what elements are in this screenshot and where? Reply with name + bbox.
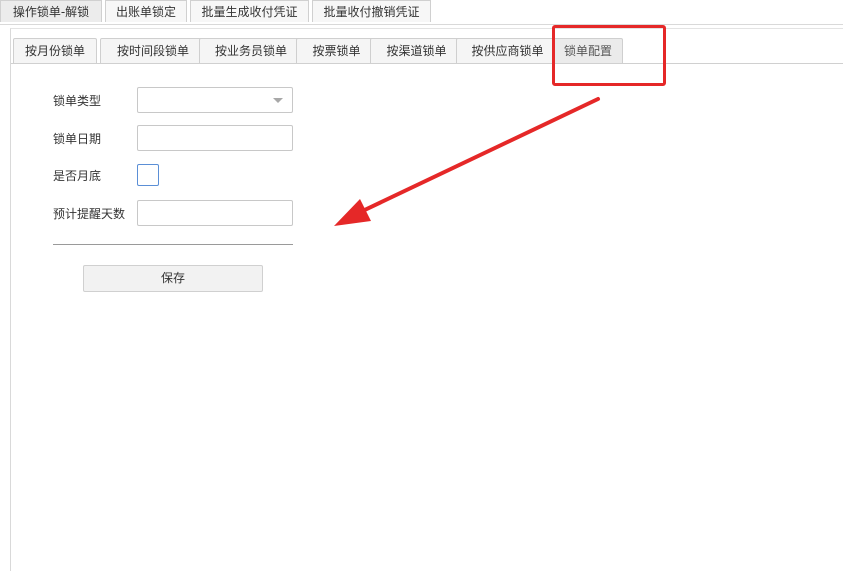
sub-tab-by-salesman[interactable]: 按业务员锁单	[199, 38, 303, 63]
sub-tab-by-month[interactable]: 按月份锁单	[13, 38, 97, 63]
top-tab-batch-generate-voucher[interactable]: 批量生成收付凭证	[190, 0, 309, 22]
lock-date-label: 锁单日期	[53, 132, 102, 146]
sub-tab-by-supplier[interactable]: 按供应商锁单	[456, 38, 559, 63]
remind-days-label: 预计提醒天数	[53, 207, 126, 221]
lock-date-input[interactable]	[137, 125, 293, 151]
sub-tab-by-ticket[interactable]: 按票锁单	[296, 38, 377, 63]
highlight-box	[552, 25, 666, 86]
top-tab-lock-unlock[interactable]: 操作锁单-解锁	[0, 0, 102, 22]
sub-tab-by-channel[interactable]: 按渠道锁单	[370, 38, 463, 63]
sub-tab-bar: 按月份锁单 按时间段锁单 按业务员锁单 按票锁单 按渠道锁单 按供应商锁单 锁单…	[11, 37, 843, 64]
top-tab-batch-revoke-voucher[interactable]: 批量收付撤销凭证	[312, 0, 431, 22]
month-end-checkbox[interactable]	[137, 164, 159, 186]
content-panel	[10, 28, 843, 571]
form-divider	[53, 244, 293, 245]
sub-tab-by-period[interactable]: 按时间段锁单	[100, 38, 206, 63]
chevron-down-icon	[273, 98, 283, 103]
remind-days-input[interactable]	[137, 200, 293, 226]
lock-type-select[interactable]	[137, 87, 293, 113]
save-button[interactable]: 保存	[83, 265, 263, 292]
top-tab-bar: 操作锁单-解锁 出账单锁定 批量生成收付凭证 批量收付撤销凭证	[0, 0, 843, 25]
top-tab-bill-lock[interactable]: 出账单锁定	[105, 0, 187, 22]
month-end-label: 是否月底	[53, 169, 102, 183]
lock-type-label: 锁单类型	[53, 94, 102, 108]
